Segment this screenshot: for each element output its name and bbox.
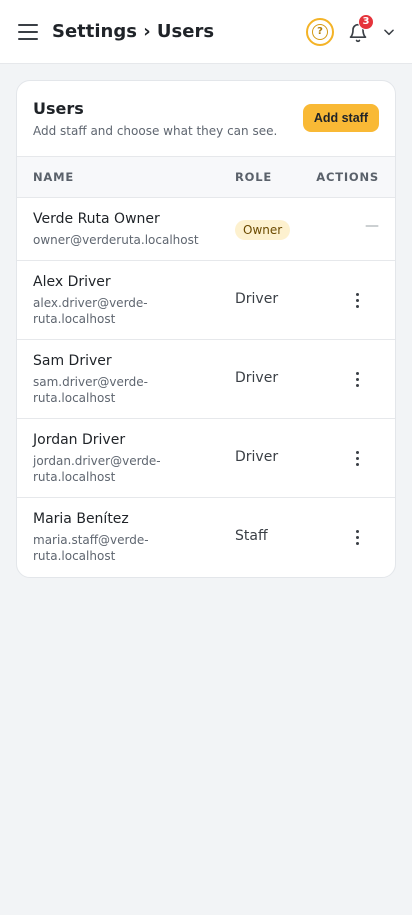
user-role: Driver [235,449,279,465]
no-actions-placeholder: — [365,218,379,234]
user-email: sam.driver@verde-ruta.localhost [33,375,148,405]
header-actions: ? 3 [306,13,396,46]
more-actions-icon[interactable] [349,366,365,392]
column-header-role: ROLE [235,170,273,184]
more-actions-icon[interactable] [349,445,365,471]
user-email: owner@verderuta.localhost [33,233,199,247]
user-name: Jordan Driver [33,432,126,448]
table-row: Jordan Driver jordan.driver@verde-ruta.l… [17,419,395,498]
column-header-actions: ACTIONS [316,170,379,184]
user-role: Driver [235,370,279,386]
table-header: NAME ROLE ACTIONS [17,156,395,198]
user-email: jordan.driver@verde-ruta.localhost [33,454,161,484]
users-card: Users Add staff and choose what they can… [16,80,396,578]
page-title: Settings › Users [52,21,215,42]
table-row: Alex Driver alex.driver@verde-ruta.local… [17,261,395,340]
card-header: Users Add staff and choose what they can… [17,81,395,156]
add-staff-button[interactable]: Add staff [302,104,379,132]
chevron-down-icon [384,28,394,35]
user-name: Alex Driver [33,274,111,290]
menu-icon[interactable] [18,23,38,40]
table-row: Sam Driver sam.driver@verde-ruta.localho… [17,340,395,419]
table-row: Verde Ruta Owner owner@verderuta.localho… [17,198,395,261]
notification-badge: 3 [358,13,374,30]
user-name: Sam Driver [33,353,112,369]
role-badge: Owner [235,220,291,240]
account-menu-button[interactable] [382,25,396,39]
user-name: Verde Ruta Owner [33,211,160,227]
help-icon: ? [312,23,328,40]
user-email: alex.driver@verde-ruta.localhost [33,296,148,326]
user-name: Maria Benítez [33,511,129,527]
user-role: Driver [235,291,279,307]
more-actions-icon[interactable] [349,524,365,550]
notifications-button[interactable]: 3 [348,13,374,44]
column-header-name: NAME [33,170,75,184]
table-row: Maria Benítez maria.staff@verde-ruta.loc… [17,498,395,577]
user-email: maria.staff@verde-ruta.localhost [33,533,149,563]
user-role: Staff [235,528,268,544]
top-bar: Settings › Users ? 3 [0,0,412,64]
more-actions-icon[interactable] [349,287,365,313]
help-button[interactable]: ? [306,17,334,46]
